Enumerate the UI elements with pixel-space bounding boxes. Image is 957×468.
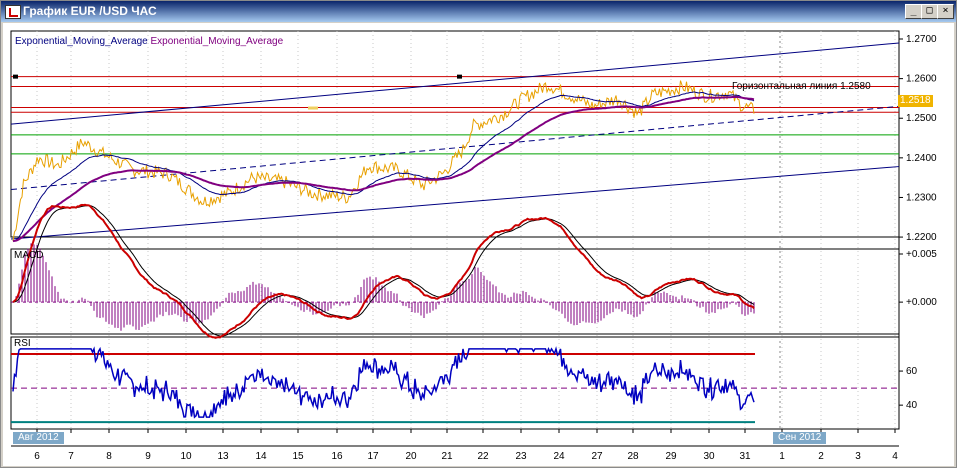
time-axis-label: 2	[818, 451, 824, 462]
ema-indicator-label: Exponential_Moving_Average Exponential_M…	[15, 36, 283, 47]
macd-tick-label: +0.000	[906, 297, 937, 308]
time-axis-label: 16	[331, 451, 343, 462]
ema-label-slow: Exponential_Moving_Average	[150, 36, 284, 47]
time-axis-label: 31	[739, 451, 751, 462]
time-axis-label: 21	[441, 451, 453, 462]
time-axis-label: 13	[217, 451, 229, 462]
time-axis-label: 22	[477, 451, 489, 462]
price-tick-label: 1.2400	[906, 153, 937, 164]
price-tick-label: 1.2600	[906, 74, 937, 85]
time-axis-label: 28	[627, 451, 639, 462]
chart-app-icon	[5, 5, 21, 19]
ema-label-fast: Exponential_Moving_Average	[15, 36, 148, 47]
minimize-button[interactable]: _	[905, 4, 922, 19]
month-badge-aug: Авг 2012	[13, 432, 64, 444]
price-tick-label: 1.2700	[906, 34, 937, 45]
time-axis-label: 20	[405, 451, 417, 462]
time-axis-label: 27	[591, 451, 603, 462]
line-handle	[13, 74, 18, 79]
time-axis-label: 7	[68, 451, 74, 462]
rsi-label: RSI	[14, 338, 31, 349]
time-axis-label: 6	[34, 451, 40, 462]
time-axis-label: 4	[892, 451, 898, 462]
title-bar[interactable]: График EUR /USD ЧАС _ □ ×	[1, 1, 956, 22]
line-handle-marker	[308, 106, 318, 110]
rsi-panel-frame	[10, 336, 900, 430]
close-button[interactable]: ×	[937, 4, 954, 19]
price-tick-label: 1.2200	[906, 232, 937, 243]
rsi-tick-label: 40	[906, 400, 918, 411]
macd-tick-label: +0.005	[906, 249, 937, 260]
time-axis-label: 17	[367, 451, 379, 462]
time-axis-label: 1	[779, 451, 785, 462]
time-axis-label: 8	[106, 451, 112, 462]
time-axis-label: 23	[515, 451, 527, 462]
price-tick-label: 1.2300	[906, 192, 937, 203]
time-axis-label: 29	[665, 451, 677, 462]
time-axis-label: 14	[255, 451, 267, 462]
line-handle	[457, 74, 462, 79]
time-axis-label: 9	[145, 451, 151, 462]
maximize-button[interactable]: □	[921, 4, 938, 19]
price-panel-frame	[10, 30, 900, 238]
chart-area[interactable]: 1.2700 1.2600 1.2500 1.2400 1.2300 1.2200 +0.0…	[3, 23, 954, 466]
time-axis-label: 30	[703, 451, 715, 462]
macd-label: MACD	[14, 250, 44, 261]
horizontal-line-label: Горизонтальная линия 1.2580	[732, 81, 871, 92]
time-axis-label: 24	[553, 451, 565, 462]
price-tick-label: 1.2500	[906, 113, 937, 124]
month-badge-sep: Сен 2012	[773, 432, 827, 444]
time-axis-label: 3	[855, 451, 861, 462]
current-price-tag: 1.2518	[898, 95, 933, 107]
chart-window: График EUR /USD ЧАС _ □ × 1.2700 1.2600 1.…	[0, 0, 957, 468]
window-title: График EUR /USD ЧАС	[23, 4, 157, 18]
time-axis-label: 10	[180, 451, 192, 462]
time-axis-label: 15	[292, 451, 304, 462]
rsi-tick-label: 60	[906, 366, 918, 377]
